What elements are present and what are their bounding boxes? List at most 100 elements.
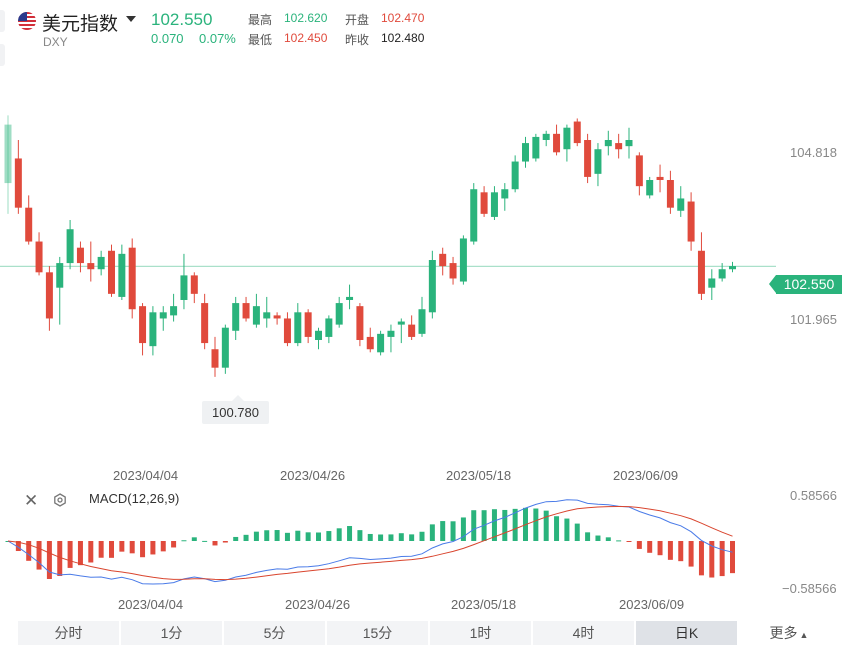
macd-histogram-bar bbox=[378, 534, 384, 541]
candle-body bbox=[573, 121, 581, 144]
candle-body bbox=[263, 312, 271, 319]
candle-body bbox=[490, 192, 498, 217]
candle-body bbox=[14, 158, 22, 208]
macd-histogram-bar bbox=[357, 530, 363, 541]
tab-4hour[interactable]: 4时 bbox=[533, 621, 634, 645]
macd-histogram-bar bbox=[698, 541, 704, 576]
candle-body bbox=[604, 140, 612, 147]
macd-histogram-bar bbox=[160, 541, 166, 552]
candle-body bbox=[625, 140, 633, 147]
macd-histogram-bar bbox=[554, 516, 560, 541]
candlestick-chart[interactable] bbox=[0, 0, 850, 620]
candle-body bbox=[470, 189, 478, 242]
candle-body bbox=[387, 330, 395, 337]
candle-body bbox=[56, 263, 64, 288]
macd-histogram-bar bbox=[57, 541, 63, 577]
candle-body bbox=[273, 315, 281, 319]
candle-body bbox=[128, 247, 136, 310]
macd-histogram-bar bbox=[595, 535, 601, 541]
tab-1min[interactable]: 1分 bbox=[121, 621, 222, 645]
macd-histogram-bar bbox=[274, 530, 280, 541]
close-icon[interactable]: ✕ bbox=[24, 491, 38, 511]
macd-histogram-bar bbox=[191, 537, 197, 541]
tab-timeshare[interactable]: 分时 bbox=[18, 621, 119, 645]
candle-body bbox=[646, 180, 654, 196]
macd-date-label: 2023/05/18 bbox=[451, 597, 517, 612]
macd-histogram-bar bbox=[678, 541, 684, 562]
macd-histogram-bar bbox=[502, 509, 508, 541]
candle-body bbox=[584, 140, 592, 177]
candle-body bbox=[139, 306, 147, 344]
macd-date-label: 2023/06/09 bbox=[619, 597, 685, 612]
candle-body bbox=[687, 201, 695, 242]
macd-histogram-bar bbox=[409, 534, 415, 541]
candle-body bbox=[563, 127, 571, 150]
macd-histogram-bar bbox=[574, 523, 580, 541]
macd-histogram-bar bbox=[295, 530, 301, 541]
candle-body bbox=[729, 266, 736, 270]
macd-histogram-bar bbox=[129, 541, 135, 554]
tab-daily[interactable]: 日K bbox=[636, 621, 737, 645]
candle-body bbox=[118, 253, 126, 297]
candle-body bbox=[87, 263, 95, 270]
candle-body bbox=[366, 336, 374, 350]
candle-body bbox=[4, 124, 12, 184]
candle-body bbox=[532, 136, 540, 159]
candle-body bbox=[325, 318, 333, 337]
tab-1hour[interactable]: 1时 bbox=[430, 621, 531, 645]
macd-date-label: 2023/04/04 bbox=[118, 597, 184, 612]
macd-histogram-bar bbox=[202, 540, 208, 542]
tab-15min[interactable]: 15分 bbox=[327, 621, 428, 645]
candle-body bbox=[656, 176, 664, 180]
candle-body bbox=[232, 303, 240, 331]
macd-histogram-bar bbox=[67, 541, 73, 568]
macd-histogram-bar bbox=[440, 521, 446, 541]
macd-histogram-bar bbox=[119, 541, 125, 552]
candle-body bbox=[594, 149, 602, 174]
macd-histogram-bar bbox=[533, 508, 539, 541]
candle-body bbox=[294, 312, 302, 344]
macd-histogram-bar bbox=[77, 541, 83, 566]
candle-body bbox=[283, 318, 291, 344]
candle-body bbox=[108, 250, 115, 294]
macd-histogram-bar bbox=[657, 541, 663, 556]
min-price-marker: 100.780 bbox=[202, 395, 269, 424]
candle-body bbox=[677, 198, 685, 211]
macd-histogram-bar bbox=[730, 541, 735, 574]
macd-histogram-bar bbox=[284, 532, 290, 541]
macd-date-label: 2023/04/26 bbox=[285, 597, 351, 612]
candle-body bbox=[501, 189, 509, 199]
macd-histogram-bar bbox=[398, 533, 404, 541]
macd-histogram-bar bbox=[636, 541, 642, 549]
macd-histogram-bar bbox=[388, 534, 394, 541]
candle-body bbox=[418, 309, 426, 334]
macd-histogram-bar bbox=[543, 510, 549, 541]
macd-histogram-bar bbox=[233, 536, 239, 541]
macd-label: MACD(12,26,9) bbox=[89, 491, 180, 506]
candle-body bbox=[35, 241, 43, 273]
more-label: 更多 bbox=[769, 625, 798, 641]
candle-body bbox=[397, 321, 405, 325]
macd-histogram-bar bbox=[212, 541, 218, 546]
candle-body bbox=[159, 312, 167, 319]
candle-body bbox=[180, 275, 188, 300]
settings-icon[interactable] bbox=[53, 493, 67, 507]
more-button[interactable]: 更多 ▲ bbox=[744, 621, 834, 645]
candle-body bbox=[346, 296, 354, 300]
macd-histogram-bar bbox=[326, 531, 332, 541]
macd-histogram-bar bbox=[719, 541, 725, 577]
candle-body bbox=[511, 161, 519, 190]
candle-body bbox=[666, 180, 674, 208]
macd-histogram-bar bbox=[140, 541, 146, 558]
macd-histogram-bar bbox=[471, 510, 477, 541]
candle-body bbox=[459, 238, 467, 282]
candle-body bbox=[553, 133, 561, 153]
candle-body bbox=[439, 253, 447, 267]
date-label: 2023/04/26 bbox=[280, 468, 346, 483]
date-label: 2023/06/09 bbox=[613, 468, 679, 483]
macd-histogram-bar bbox=[88, 541, 94, 563]
macd-histogram-bar bbox=[336, 528, 342, 541]
candle-body bbox=[377, 333, 385, 353]
tab-5min[interactable]: 5分 bbox=[224, 621, 325, 645]
macd-histogram-bar bbox=[605, 537, 611, 541]
